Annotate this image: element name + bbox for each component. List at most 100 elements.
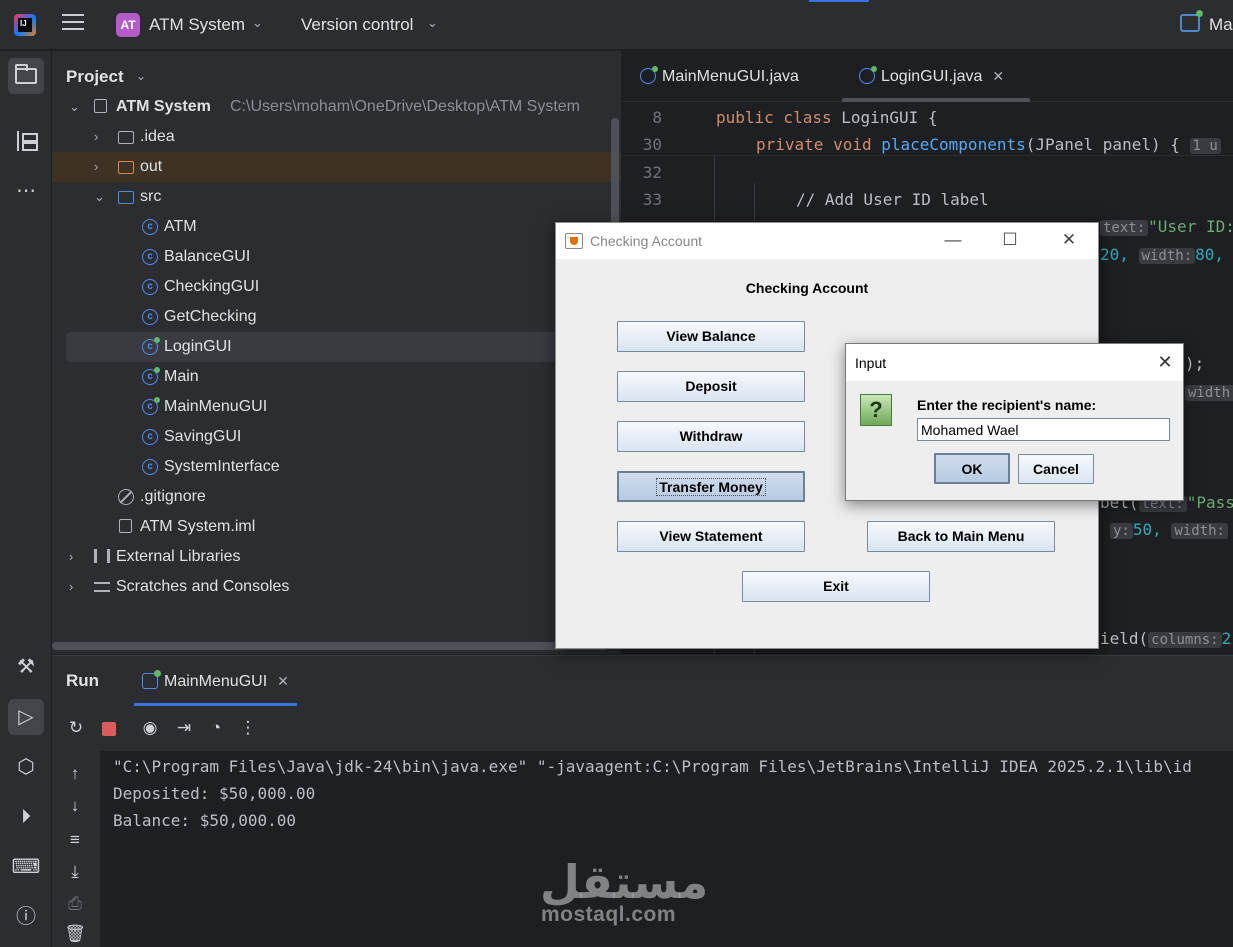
arrow-down-icon[interactable]: ↓	[64, 795, 86, 817]
project-badge[interactable]: AT	[116, 13, 140, 37]
exit-button[interactable]: Exit	[742, 571, 930, 602]
more-tools-button[interactable]: ⋯	[8, 173, 44, 209]
stop-icon[interactable]	[102, 722, 116, 736]
tree-item[interactable]: c Main	[52, 362, 621, 392]
deposit-button[interactable]: Deposit	[617, 371, 805, 402]
tree-item[interactable]: › out	[52, 152, 621, 182]
runnable-class-icon	[859, 66, 877, 84]
tree-item[interactable]: c SavingGUI	[52, 422, 621, 452]
dialog-title-bar[interactable]: Input ✕	[846, 344, 1183, 381]
tab-mainmenugui[interactable]: MainMenuGUI.java	[640, 51, 799, 102]
tree-item[interactable]: c SystemInterface	[52, 452, 621, 482]
cancel-button[interactable]: Cancel	[1018, 454, 1094, 484]
view-statement-button[interactable]: View Statement	[617, 521, 805, 552]
tree-root-atm-system[interactable]: ⌄ ATM System C:\Users\moham\OneDrive\Des…	[52, 92, 621, 122]
tree-item-label: External Libraries	[116, 548, 241, 565]
project-panel-title[interactable]: Project	[66, 67, 124, 87]
tree-item[interactable]: c MainMenuGUI	[52, 392, 621, 422]
more-vertical-icon[interactable]: ⋮	[237, 717, 259, 739]
run-tool-button[interactable]: ▷	[8, 699, 44, 735]
tree-item-label: .gitignore	[140, 488, 206, 505]
vertical-scrollbar[interactable]	[611, 118, 619, 228]
debug-tool-button[interactable]: ⏵	[8, 799, 44, 835]
run-configuration-selector[interactable]: Ma	[1209, 15, 1233, 35]
scroll-to-end-icon[interactable]: ⤓	[64, 861, 86, 883]
problems-tool-button[interactable]: ⓘ	[8, 899, 44, 935]
ok-button[interactable]: OK	[934, 453, 1010, 484]
minimize-icon[interactable]: —	[942, 229, 964, 251]
tree-item[interactable]: .gitignore	[52, 482, 621, 512]
tree-item[interactable]: c BalanceGUI	[52, 242, 621, 272]
chevron-right-icon[interactable]: ›	[94, 122, 108, 152]
arrow-up-icon[interactable]: ↑	[64, 763, 86, 785]
tree-item[interactable]: ATM System.iml	[52, 512, 621, 542]
class-icon: c	[142, 309, 158, 325]
runnable-class-icon: c	[142, 337, 160, 355]
line-number: 33	[642, 190, 662, 209]
print-icon[interactable]: ⎙	[64, 893, 86, 915]
rerun-icon[interactable]: ↻	[65, 717, 87, 739]
horizontal-scrollbar[interactable]	[52, 642, 609, 650]
camera-icon[interactable]: ◉	[139, 717, 161, 739]
chevron-down-icon[interactable]: ⌄	[427, 15, 438, 31]
java-icon	[565, 233, 583, 249]
code-fragment: y: 50, width:	[1110, 516, 1233, 543]
tab-scrollbar[interactable]	[842, 98, 1030, 102]
tree-item[interactable]: › .idea	[52, 122, 621, 152]
tree-item[interactable]: c ATM	[52, 212, 621, 242]
code-line: 32	[622, 159, 1233, 186]
tree-item[interactable]: › Scratches and Consoles	[52, 572, 621, 602]
chevron-down-icon[interactable]: ⌄	[94, 182, 108, 212]
back-to-main-menu-button[interactable]: Back to Main Menu	[867, 521, 1055, 552]
tree-item-label: Scratches and Consoles	[116, 578, 290, 595]
project-tool-button[interactable]	[8, 58, 44, 94]
chevron-down-icon[interactable]: ⌄	[69, 92, 83, 122]
chevron-right-icon[interactable]: ›	[69, 572, 83, 602]
close-icon[interactable]: ✕	[1058, 229, 1080, 251]
intellij-logo-icon[interactable]: IJ	[14, 14, 36, 36]
close-icon[interactable]: ✕	[277, 673, 289, 689]
tree-item[interactable]: c GetChecking	[52, 302, 621, 332]
run-configuration-icon	[142, 670, 161, 689]
withdraw-button[interactable]: Withdraw	[617, 421, 805, 452]
code-keyword: private void	[756, 135, 882, 154]
code-number: 2	[1221, 629, 1232, 648]
tree-item[interactable]: c CheckingGUI	[52, 272, 621, 302]
maximize-icon[interactable]: ☐	[999, 229, 1021, 251]
run-tab-mainmenugui[interactable]: MainMenuGUI ✕	[134, 656, 297, 706]
profiler-icon[interactable]: ◔	[205, 717, 227, 739]
code-text: );	[1185, 354, 1205, 373]
watermark-arabic: مستقل	[540, 855, 709, 909]
project-selector[interactable]: ATM System	[149, 15, 245, 35]
version-control-menu[interactable]: Version control	[301, 15, 413, 35]
class-icon: c	[142, 219, 158, 235]
close-icon[interactable]: ✕	[992, 68, 1004, 84]
tab-logingui[interactable]: LoginGUI.java ✕	[844, 51, 1025, 102]
transfer-money-button[interactable]: Transfer Money	[617, 471, 805, 502]
build-tool-button[interactable]: ⚒	[8, 649, 44, 685]
soft-wrap-icon[interactable]: ≡	[64, 829, 86, 851]
usage-hint[interactable]: 1 u	[1189, 138, 1221, 154]
window-title-bar[interactable]: Checking Account — ☐ ✕	[556, 223, 1098, 259]
services-tool-button[interactable]: ⬡	[8, 749, 44, 785]
code-text: (JPanel panel) {	[1025, 135, 1180, 154]
tree-item[interactable]: › External Libraries	[52, 542, 621, 572]
tree-item[interactable]: ⌄ src	[52, 182, 621, 212]
close-icon[interactable]: ✕	[1155, 352, 1175, 372]
terminal-tool-button[interactable]: ⌨	[8, 849, 44, 885]
structure-tool-button[interactable]	[8, 123, 44, 159]
tree-item-selected[interactable]: c LoginGUI	[66, 332, 621, 362]
chevron-right-icon[interactable]: ›	[94, 152, 108, 182]
view-balance-button[interactable]: View Balance	[617, 321, 805, 352]
code-line: 33 // Add User ID label	[622, 186, 1233, 213]
chevron-right-icon[interactable]: ›	[69, 542, 83, 572]
exit-icon[interactable]: ⇥	[173, 717, 195, 739]
chevron-down-icon[interactable]: ⌄	[136, 69, 146, 83]
chevron-down-icon[interactable]: ⌄	[252, 15, 263, 31]
main-menu-icon[interactable]	[62, 14, 84, 34]
dialog-prompt: Enter the recipient's name:	[917, 397, 1097, 413]
play-hex-icon: ⏵	[21, 806, 31, 828]
recipient-name-input[interactable]	[917, 418, 1170, 441]
trash-icon[interactable]: 🗑	[64, 923, 86, 945]
run-configuration-icon[interactable]	[1180, 10, 1203, 32]
